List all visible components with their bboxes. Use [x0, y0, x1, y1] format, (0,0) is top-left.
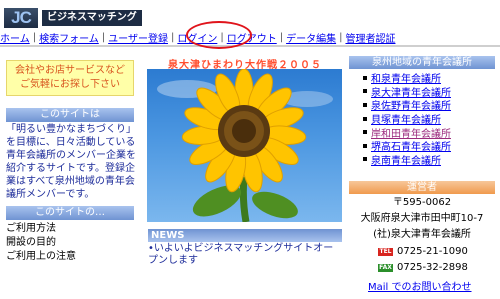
bullet-icon	[363, 102, 367, 107]
nav-admin-auth[interactable]: 管理者認証	[345, 30, 395, 45]
operator-tel: TEL 0725-21-1090	[378, 246, 468, 257]
link-usage[interactable]: ご利用方法	[6, 222, 136, 236]
bullet-icon	[363, 143, 367, 148]
nav-separator: |	[170, 31, 175, 43]
nav-divider	[0, 45, 500, 47]
member-link-sennan[interactable]: 泉南青年会議所	[371, 152, 441, 167]
nav-separator: |	[339, 31, 343, 43]
info-links: ご利用方法 開設の目的 ご利用上の注意	[6, 222, 136, 264]
bullet-icon	[363, 116, 367, 121]
list-item: 泉南青年会議所	[349, 153, 495, 167]
search-promo-box[interactable]: 会社やお店サービスなど ご気軽にお探し下さい	[6, 60, 134, 96]
member-list: 和泉青年会議所 泉大津青年会議所 泉佐野青年会議所 貝塚青年会議所 岸和田青年会…	[349, 71, 495, 167]
list-item: 岸和田青年会議所	[349, 125, 495, 140]
fax-number: 0725-32-2898	[397, 262, 468, 273]
nav-search-form[interactable]: 検索フォーム	[39, 30, 99, 45]
bullet-icon	[363, 157, 367, 162]
nav-home[interactable]: ホーム	[0, 30, 30, 45]
logo-text: ビジネスマッチング	[42, 10, 142, 26]
about-text: 「明るい豊かなまちづくり」を目標に、日々活動している青年会議所のメンバー企業を紹…	[6, 124, 136, 200]
list-item: 和泉青年会議所	[349, 71, 495, 85]
mail-contact-link[interactable]: Mail でのお問い合わせ	[368, 278, 472, 293]
operator-fax: FAX 0725-32-2898	[378, 262, 468, 273]
nav-separator: |	[279, 31, 284, 43]
nav-separator: |	[101, 31, 106, 43]
bullet-icon	[363, 75, 367, 80]
operator-heading: 運営者	[349, 181, 495, 194]
login-highlight-circle	[186, 21, 252, 49]
site-header: JC ビジネスマッチング	[0, 0, 500, 30]
sunflower-photo	[147, 69, 342, 222]
logo-mark: JC	[4, 8, 38, 28]
tel-number: 0725-21-1090	[397, 246, 468, 257]
bullet-icon	[363, 89, 367, 94]
operator-postal: 〒595-0062	[392, 197, 452, 208]
nav-separator: |	[32, 31, 37, 43]
nav-data-edit[interactable]: データ編集	[286, 30, 336, 45]
link-notes[interactable]: ご利用上の注意	[6, 250, 136, 264]
operator-address: 大阪府泉大津市田中町10-7	[360, 213, 484, 224]
about-heading: このサイトは	[6, 108, 134, 122]
site-logo[interactable]: JC ビジネスマッチング	[4, 8, 142, 28]
tel-icon: TEL	[378, 247, 393, 256]
promo-line-1: 会社やお店サービスなど	[15, 65, 125, 76]
bullet-icon	[363, 130, 367, 135]
sunflower-image	[157, 69, 333, 222]
news-item[interactable]: •いよいよビジネスマッチングサイトオープンします	[148, 243, 342, 267]
members-heading: 泉州地域の青年会議所	[349, 56, 495, 69]
promo-line-2: ご気軽にお探し下さい	[20, 79, 120, 90]
nav-user-register[interactable]: ユーザー登録	[108, 30, 168, 45]
link-purpose[interactable]: 開設の目的	[6, 236, 136, 250]
operator-org: (社)泉大津青年会議所	[373, 229, 471, 240]
news-heading: NEWS	[148, 229, 342, 242]
list-item: 貝塚青年会議所	[349, 112, 495, 126]
list-item: 泉佐野青年会議所	[349, 98, 495, 112]
links-heading: このサイトの…	[6, 206, 134, 220]
list-item: 泉大津青年会議所	[349, 85, 495, 99]
list-item: 堺高石青年会議所	[349, 139, 495, 153]
fax-icon: FAX	[378, 263, 393, 272]
